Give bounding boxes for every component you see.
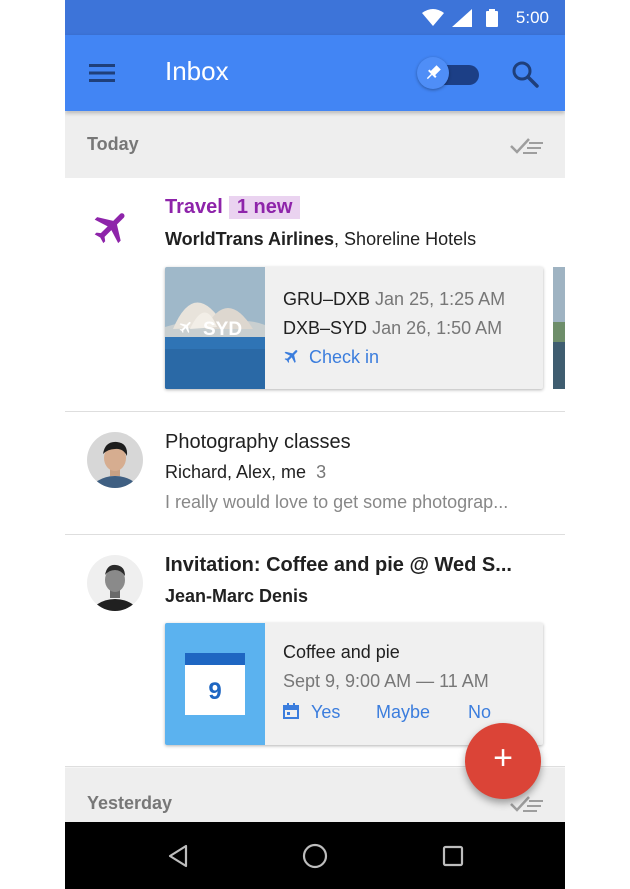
section-label: Yesterday <box>87 793 173 813</box>
flight-row: GRU–DXB Jan 25, 1:25 AM <box>283 289 505 310</box>
thread-participants: Richard, Alex, me 3 <box>165 462 326 483</box>
pin-icon <box>426 65 441 80</box>
toggle-knob <box>417 57 449 89</box>
app-bar: Inbox <box>65 35 565 111</box>
phone-screen: 5:00 Inbox Today Travel 1 new WorldTrans… <box>65 0 565 889</box>
thread-subject: Invitation: Coffee and pie @ Wed S... <box>165 554 512 576</box>
sweep-icon[interactable] <box>509 136 543 156</box>
compose-fab[interactable]: + <box>465 723 541 799</box>
event-title: Coffee and pie <box>283 642 400 662</box>
back-icon[interactable] <box>166 844 190 868</box>
sender-rest: , Shoreline Hotels <box>334 229 477 249</box>
thread-item[interactable]: Photography classes Richard, Alex, me 3 … <box>65 412 565 535</box>
sydney-image: SYD <box>165 267 265 389</box>
rsvp-yes-button[interactable]: Yes <box>283 702 340 723</box>
recents-icon[interactable] <box>442 845 464 867</box>
section-label: Today <box>87 134 139 154</box>
flight-route: DXB–SYD <box>283 318 368 338</box>
new-badge: 1 new <box>228 196 301 219</box>
calendar-icon: 9 <box>185 653 245 715</box>
flight-card[interactable]: SYD GRU–DXB Jan 25, 1:25 AM DXB–SYD Jan … <box>165 267 543 389</box>
status-time: 5:00 <box>515 8 549 27</box>
flight-row: DXB–SYD Jan 26, 1:50 AM <box>283 318 502 339</box>
check-in-label: Check in <box>309 347 380 367</box>
home-icon[interactable] <box>302 843 328 869</box>
rsvp-no-button[interactable]: No <box>468 702 491 723</box>
participants: Richard, Alex, me <box>165 462 307 482</box>
bundle-senders: WorldTrans Airlines, Shoreline Hotels <box>165 229 476 250</box>
thread-snippet: I really would love to get some photogra… <box>165 492 509 512</box>
flight-time: Jan 26, 1:50 AM <box>372 318 503 338</box>
calendar-day: 9 <box>208 678 221 705</box>
menu-icon[interactable] <box>87 58 117 88</box>
sender-bold: WorldTrans Airlines <box>165 229 335 249</box>
avatar <box>87 432 143 488</box>
flight-time: Jan 25, 1:25 AM <box>375 289 506 309</box>
message-count: 3 <box>316 462 327 482</box>
next-card-peek[interactable] <box>553 267 565 389</box>
check-in-button[interactable]: Check in <box>283 347 379 368</box>
thread-subject: Photography classes <box>165 431 351 453</box>
search-icon[interactable] <box>511 60 539 88</box>
destination-code: SYD <box>203 319 242 340</box>
rsvp-yes: Yes <box>311 702 341 722</box>
wifi-icon <box>422 9 444 26</box>
status-bar: 5:00 <box>65 0 565 35</box>
pin-toggle[interactable] <box>417 55 479 91</box>
system-nav-bar <box>65 822 565 889</box>
rsvp-maybe-button[interactable]: Maybe <box>376 702 430 723</box>
airplane-icon <box>284 350 298 363</box>
calendar-small-icon <box>283 703 299 719</box>
thread-sender: Jean-Marc Denis <box>165 586 309 606</box>
event-time: Sept 9, 9:00 AM — 11 AM <box>283 671 489 691</box>
bundle-title: Travel 1 new <box>165 196 301 219</box>
avatar <box>87 555 143 611</box>
calendar-image: 9 <box>165 623 265 745</box>
airplane-icon <box>94 213 125 244</box>
bundle-category: Travel <box>165 196 223 218</box>
plus-icon: + <box>493 739 513 777</box>
battery-icon <box>486 9 498 27</box>
page-title: Inbox <box>165 56 229 86</box>
travel-bundle[interactable]: Travel 1 new WorldTrans Airlines, Shoreli… <box>65 178 565 412</box>
signal-icon <box>452 9 472 27</box>
flight-route: GRU–DXB <box>283 289 371 309</box>
section-header-today: Today <box>65 112 565 178</box>
